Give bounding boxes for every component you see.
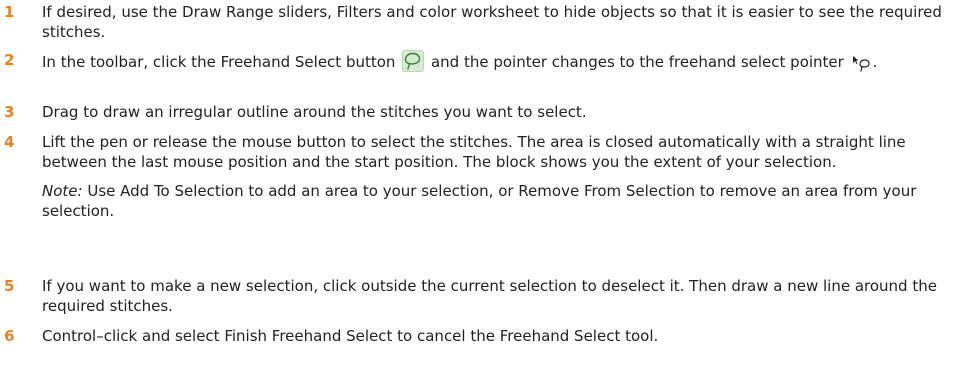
instruction-list: 1 If desired, use the Draw Range sliders… xyxy=(0,0,963,379)
freehand-select-icon xyxy=(402,50,425,77)
step-number: 6 xyxy=(4,327,15,345)
step-number: 5 xyxy=(4,277,15,295)
step-text: In the toolbar, click the Freehand Selec… xyxy=(42,50,954,78)
step-number: 4 xyxy=(4,133,15,151)
step-text: Drag to draw an irregular outline around… xyxy=(42,103,587,121)
note-text: Use Add To Selection to add an area to y… xyxy=(42,182,917,220)
step-text: Control–click and select Finish Freehand… xyxy=(42,327,659,345)
step-text-part: In the toolbar, click the Freehand Selec… xyxy=(42,53,396,71)
step-text-part: . xyxy=(872,53,878,71)
step-text: If desired, use the Draw Range sliders, … xyxy=(42,3,942,41)
step-text: Lift the pen or release the mouse button… xyxy=(42,133,906,171)
step-number: 1 xyxy=(4,3,15,21)
step-text: If you want to make a new selection, cli… xyxy=(42,277,937,315)
step-number: 2 xyxy=(4,51,15,69)
note-label: Note: xyxy=(42,182,83,200)
step-number: 3 xyxy=(4,103,15,121)
freehand-pointer-icon xyxy=(851,53,873,78)
note: Note: Use Add To Selection to add an are… xyxy=(42,181,954,221)
step-text-part: and the pointer changes to the freehand … xyxy=(430,53,844,71)
